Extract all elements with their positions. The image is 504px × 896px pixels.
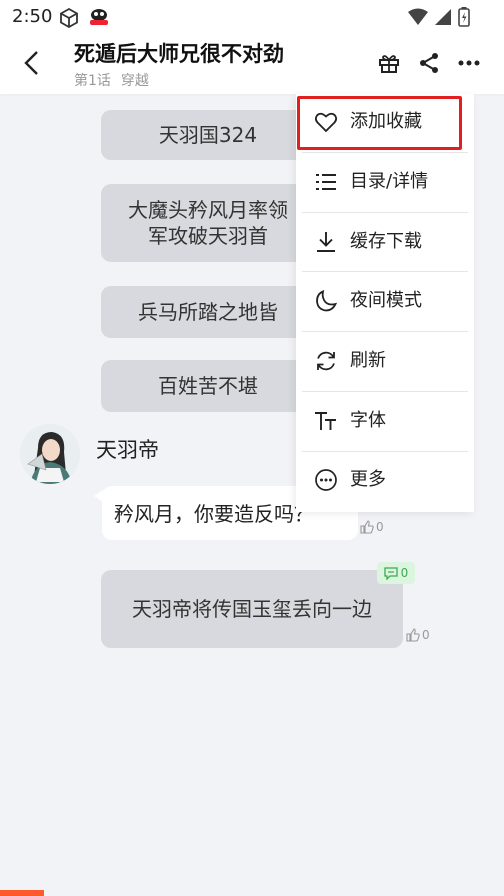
refresh-icon xyxy=(317,351,335,371)
moon-icon xyxy=(316,290,338,312)
reader-header: 死遁后大师兄很不对劲 第1话 穿越 xyxy=(0,34,504,94)
status-time: 2:50 xyxy=(12,6,53,27)
menu-item-night-mode[interactable]: 夜间模式 xyxy=(296,273,474,329)
chapter-info: 第1话 穿越 xyxy=(74,70,149,90)
menu-item-label: 字体 xyxy=(350,410,386,431)
app-notification-icon xyxy=(88,8,110,26)
comic-title: 死遁后大师兄很不对劲 xyxy=(74,42,284,66)
more-dots-icon xyxy=(458,60,480,66)
menu-divider xyxy=(302,271,468,272)
menu-item-font[interactable]: 字体 xyxy=(296,393,474,449)
menu-item-refresh[interactable]: 刷新 xyxy=(296,333,474,389)
speaker-name: 天羽帝 xyxy=(96,438,159,462)
bottom-accent-bar xyxy=(0,890,44,896)
narration-bubble: 兵马所踏之地皆 xyxy=(101,286,315,338)
highlight-box xyxy=(297,96,462,150)
thumbs-up-icon xyxy=(406,628,420,642)
menu-divider xyxy=(302,212,468,213)
menu-item-download[interactable]: 缓存下载 xyxy=(296,214,474,270)
menu-divider xyxy=(302,391,468,392)
more-menu: 添加收藏 目录/详情 缓存下载 夜间模式 刷新 字体 更多 xyxy=(296,94,474,512)
status-indicators xyxy=(408,7,470,31)
narration-bubble: 大魔头矜风月率领 军攻破天羽首 xyxy=(101,184,315,262)
status-bar: 2:50 xyxy=(0,0,504,34)
narration-like-button[interactable]: 0 xyxy=(406,628,430,642)
genre-tag: 穿越 xyxy=(120,73,149,89)
chevron-left-icon xyxy=(24,51,38,75)
gift-button[interactable] xyxy=(376,50,402,76)
menu-item-label: 缓存下载 xyxy=(350,231,422,252)
more-button[interactable] xyxy=(456,50,482,76)
narration-bubble: 百姓苦不堪 xyxy=(101,360,315,412)
more-circle-icon xyxy=(315,469,337,491)
dialogue-text: 矜风月，你要造反吗？ xyxy=(114,502,314,526)
share-button[interactable] xyxy=(416,50,442,76)
font-icon xyxy=(315,412,336,430)
menu-item-label: 目录/详情 xyxy=(350,171,429,192)
list-icon xyxy=(316,174,336,190)
like-count: 0 xyxy=(422,628,430,642)
speaker-avatar[interactable] xyxy=(20,424,80,484)
comment-badge[interactable]: 0 xyxy=(377,562,415,584)
menu-item-catalog[interactable]: 目录/详情 xyxy=(296,154,474,210)
download-icon xyxy=(317,232,335,252)
menu-divider xyxy=(302,152,468,153)
back-button[interactable] xyxy=(16,46,46,80)
menu-item-label: 夜间模式 xyxy=(350,290,422,311)
menu-item-label: 刷新 xyxy=(350,350,386,371)
gift-icon xyxy=(379,55,399,73)
dialogue-like-button[interactable]: 0 xyxy=(360,520,384,534)
narration-bubble: 天羽国324 xyxy=(101,110,315,160)
comment-icon xyxy=(384,566,398,580)
menu-item-more[interactable]: 更多 xyxy=(296,452,474,508)
menu-item-label: 更多 xyxy=(350,469,386,490)
comment-count: 0 xyxy=(400,566,409,580)
signal-icon xyxy=(434,8,452,30)
share-icon xyxy=(420,53,438,73)
battery-icon xyxy=(458,7,470,31)
menu-divider xyxy=(302,331,468,332)
like-count: 0 xyxy=(376,520,384,534)
thumbs-up-icon xyxy=(360,520,374,534)
narration-bubble: 天羽帝将传国玉玺丢向一边 xyxy=(101,570,403,648)
chapter-label: 第1话 xyxy=(74,73,111,89)
wifi-icon xyxy=(408,8,428,30)
cube-icon xyxy=(58,7,80,33)
